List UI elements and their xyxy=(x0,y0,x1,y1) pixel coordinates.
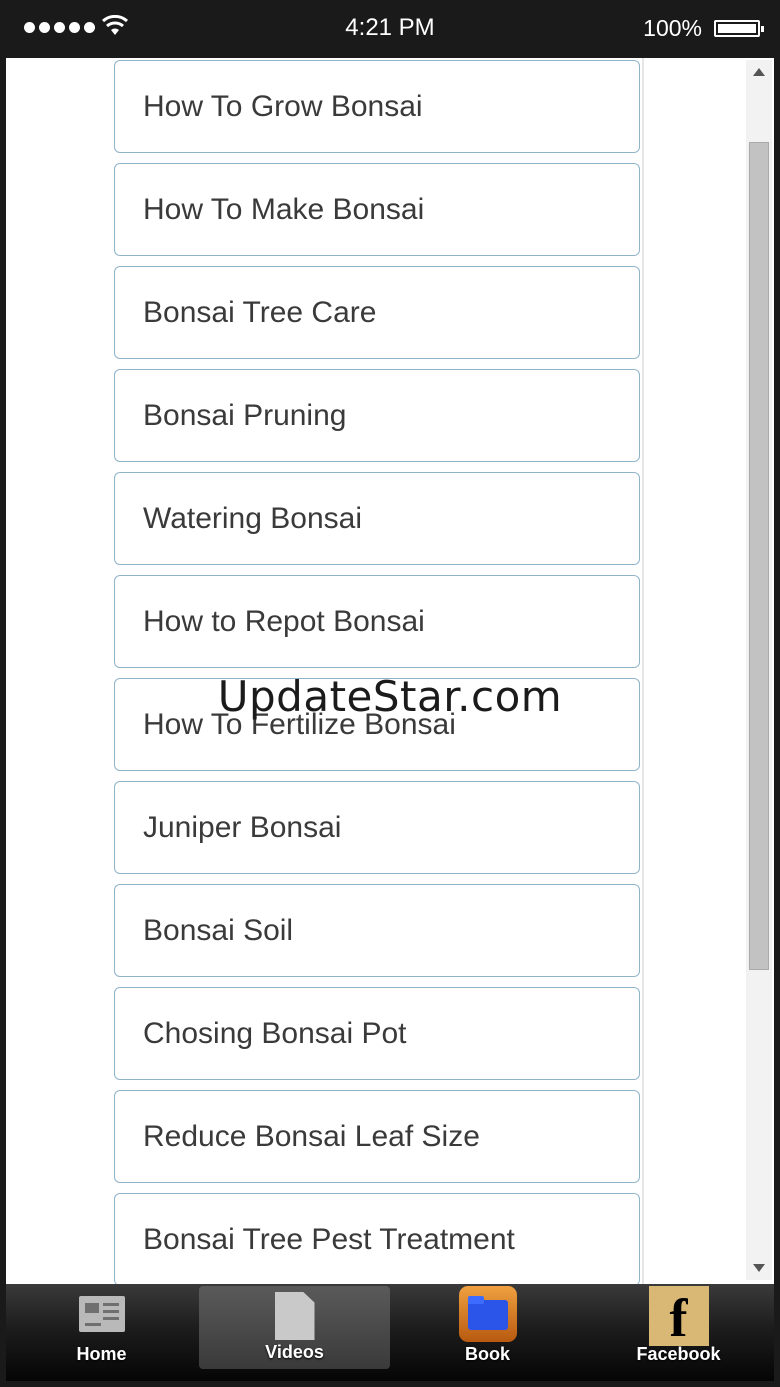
menu-item-soil[interactable]: Bonsai Soil xyxy=(114,884,640,977)
menu-item-tree-care[interactable]: Bonsai Tree Care xyxy=(114,266,640,359)
battery-percentage: 100% xyxy=(643,15,702,41)
tab-videos[interactable]: Videos xyxy=(199,1286,390,1369)
menu-item-pruning[interactable]: Bonsai Pruning xyxy=(114,369,640,462)
device-frame: 4:21 PM 100% How To Grow Bonsai How To M… xyxy=(0,0,780,1387)
tab-book-label: Book xyxy=(465,1344,510,1364)
battery-icon xyxy=(714,20,764,37)
tab-facebook[interactable]: f Facebook xyxy=(583,1284,774,1381)
tab-bar: Home Videos Book f Facebook xyxy=(6,1284,774,1381)
menu-item-leaf-size[interactable]: Reduce Bonsai Leaf Size xyxy=(114,1090,640,1183)
folder-icon xyxy=(458,1286,517,1342)
menu-item-repot[interactable]: How to Repot Bonsai xyxy=(114,575,640,668)
menu-item-grow-bonsai[interactable]: How To Grow Bonsai xyxy=(114,60,640,153)
status-bar: 4:21 PM 100% xyxy=(0,0,780,58)
tab-home-label: Home xyxy=(76,1344,127,1364)
scroll-up-icon[interactable] xyxy=(753,68,765,76)
content-area: How To Grow Bonsai How To Make Bonsai Bo… xyxy=(6,58,774,1284)
menu-item-make-bonsai[interactable]: How To Make Bonsai xyxy=(114,163,640,256)
scroll-down-icon[interactable] xyxy=(753,1264,765,1272)
scrollbar[interactable] xyxy=(746,60,772,1280)
menu-item-pest-treatment[interactable]: Bonsai Tree Pest Treatment xyxy=(114,1193,640,1284)
tab-home[interactable]: Home xyxy=(6,1284,197,1381)
menu-list: How To Grow Bonsai How To Make Bonsai Bo… xyxy=(114,60,640,1284)
menu-item-fertilize[interactable]: How To Fertilize Bonsai xyxy=(114,678,640,771)
scrollbar-thumb[interactable] xyxy=(749,142,769,970)
column-divider xyxy=(642,58,644,1284)
menu-item-juniper[interactable]: Juniper Bonsai xyxy=(114,781,640,874)
menu-item-watering[interactable]: Watering Bonsai xyxy=(114,472,640,565)
newspaper-icon xyxy=(78,1296,125,1332)
facebook-icon: f xyxy=(648,1286,709,1348)
tab-facebook-label: Facebook xyxy=(636,1344,721,1364)
menu-item-pot[interactable]: Chosing Bonsai Pot xyxy=(114,987,640,1080)
tab-book[interactable]: Book xyxy=(392,1284,583,1381)
document-icon xyxy=(274,1292,315,1340)
tab-videos-label: Videos xyxy=(265,1342,324,1362)
